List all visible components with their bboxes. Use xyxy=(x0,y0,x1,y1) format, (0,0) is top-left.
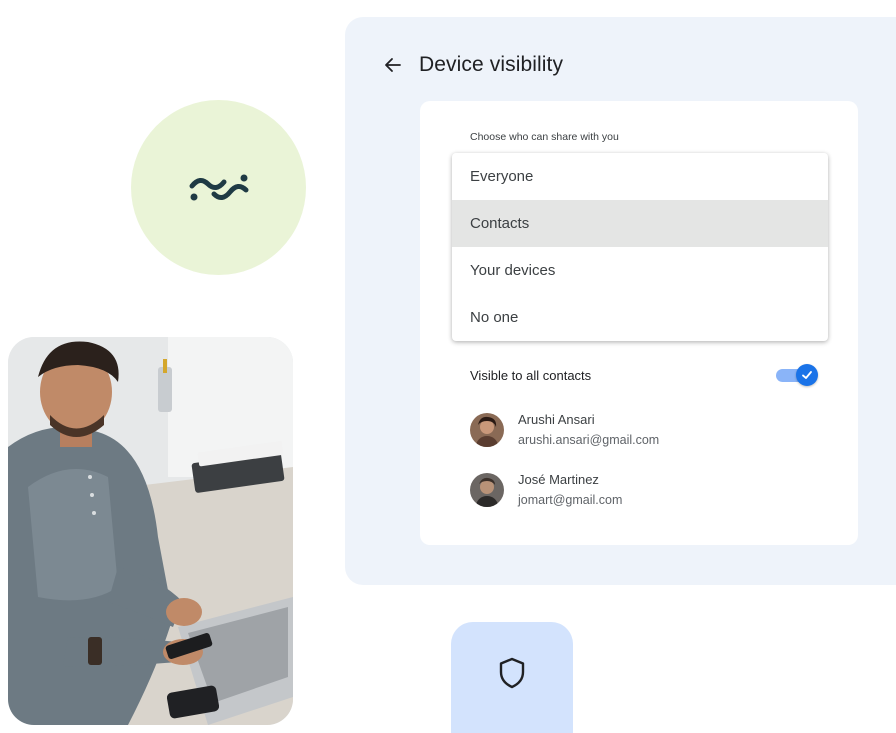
photo-man-using-phone xyxy=(8,337,293,725)
contact-email: jomart@gmail.com xyxy=(518,493,623,507)
visible-label: Visible to all contacts xyxy=(470,367,592,383)
share-option-menu: Everyone Contacts Your devices No one xyxy=(452,153,828,341)
page-title: Device visibility xyxy=(419,53,564,76)
stage: Device visibility Choose who can share w… xyxy=(0,0,896,733)
contact-info: Arushi Ansari arushi.ansari@gmail.com xyxy=(518,412,659,447)
check-icon xyxy=(802,371,812,379)
contact-info: José Martinez jomart@gmail.com xyxy=(518,472,622,507)
panel-header: Device visibility xyxy=(383,53,563,77)
avatar xyxy=(470,412,504,447)
option-your-devices[interactable]: Your devices xyxy=(452,247,828,294)
settings-card: Choose who can share with you Everyone C… xyxy=(420,101,858,545)
contact-email: arushi.ansari@gmail.com xyxy=(518,433,660,447)
list-item[interactable]: Arushi Ansari arushi.ansari@gmail.com xyxy=(470,412,659,447)
back-arrow-icon[interactable] xyxy=(383,54,405,76)
quick-share-logo-circle xyxy=(131,100,306,275)
security-tile xyxy=(451,622,573,733)
quick-share-logo-icon xyxy=(189,174,248,200)
choose-label: Choose who can share with you xyxy=(470,131,619,143)
list-item[interactable]: José Martinez jomart@gmail.com xyxy=(470,472,622,507)
contact-name: José Martinez xyxy=(518,472,599,487)
contact-name: Arushi Ansari xyxy=(518,412,595,427)
avatar xyxy=(470,472,504,507)
shield-icon xyxy=(499,657,525,688)
visible-to-contacts-row: Visible to all contacts xyxy=(470,364,820,386)
visibility-toggle[interactable] xyxy=(776,364,820,386)
device-visibility-panel: Device visibility Choose who can share w… xyxy=(345,17,896,585)
option-everyone[interactable]: Everyone xyxy=(452,153,828,200)
option-no-one[interactable]: No one xyxy=(452,294,828,341)
option-contacts[interactable]: Contacts xyxy=(452,200,828,247)
toggle-thumb xyxy=(796,364,818,386)
